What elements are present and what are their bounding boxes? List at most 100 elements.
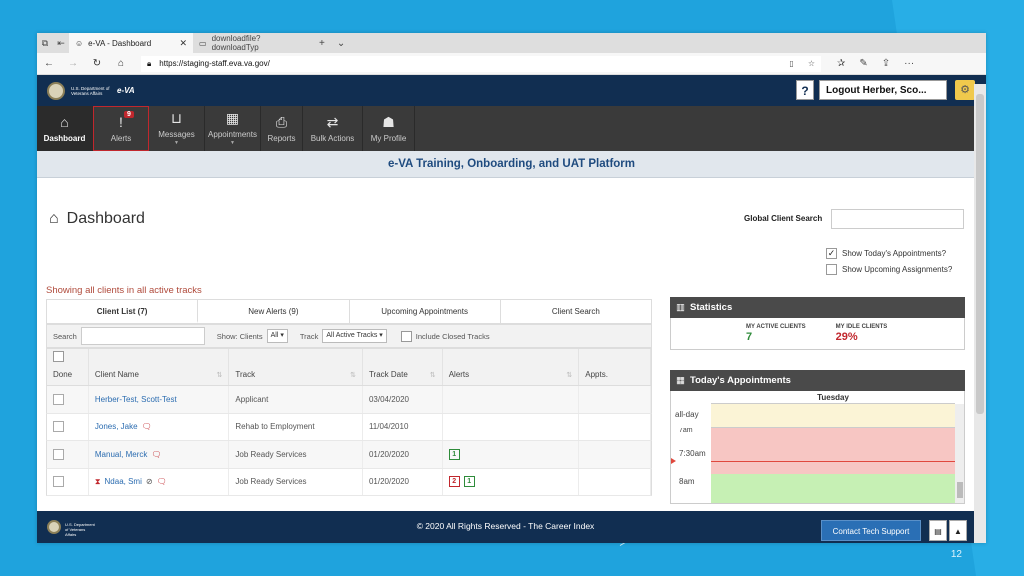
current-time-line xyxy=(711,461,955,462)
row-checkbox[interactable] xyxy=(53,393,64,405)
checkbox-checked[interactable]: ✓ xyxy=(826,248,837,259)
feedback-icon[interactable]: ▤ xyxy=(929,520,947,541)
tabs-aside-icon[interactable]: ⇤ xyxy=(53,38,69,49)
sort-icon: ⇅ xyxy=(350,372,356,379)
help-button[interactable]: ? xyxy=(796,80,814,100)
notes-icon[interactable]: ✎ xyxy=(859,58,867,69)
url-input[interactable]: 🔒︎ https://staging-staff.eva.va.gov/ ▯ ☆ xyxy=(141,55,821,72)
department-text: U.S. Department of Veterans Affairs xyxy=(71,85,110,96)
checkbox[interactable] xyxy=(826,264,837,275)
upcoming-toggle[interactable]: Show Upcoming Assignments? xyxy=(826,264,952,275)
app-header: U.S. Department of Veterans Affairs e-VA… xyxy=(37,75,986,106)
day-calendar[interactable]: Tuesday all-day 7am 7:30am 8am xyxy=(670,391,965,504)
close-tab-icon[interactable]: ✕ xyxy=(179,38,187,49)
home-icon: ⌂ xyxy=(60,113,69,130)
chevron-down-icon: ▼ xyxy=(174,140,179,146)
table-row[interactable]: Herber-Test, Scott-Test Applicant 03/04/… xyxy=(46,386,652,414)
col-appts[interactable]: Appts. xyxy=(579,349,652,385)
col-client-name[interactable]: Client Name ⇅ xyxy=(89,349,230,385)
logout-button[interactable]: Logout Herber, Sco... xyxy=(819,80,947,100)
back-icon[interactable]: ← xyxy=(37,58,61,69)
share-icon[interactable]: ⇪ xyxy=(882,58,890,69)
show-select[interactable]: All ▾ xyxy=(266,329,288,343)
today-appts-toggle[interactable]: ✓ Show Today's Appointments? xyxy=(826,248,946,259)
browser-tab-dashboard[interactable]: ☺ e-VA - Dashboard ✕ xyxy=(69,33,193,53)
home-browser-icon[interactable]: ⌂ xyxy=(109,58,133,69)
select-all-checkbox[interactable] xyxy=(53,351,64,362)
page-scrollbar[interactable] xyxy=(974,84,986,543)
user-icon: ☗ xyxy=(382,113,395,130)
alert-badge-green[interactable]: 1 xyxy=(463,476,475,488)
client-link[interactable]: Ndaa, Smi xyxy=(105,477,142,486)
refresh-icon[interactable]: ↻ xyxy=(85,58,109,69)
open-slot[interactable] xyxy=(711,474,955,503)
contact-support-button[interactable]: Contact Tech Support xyxy=(821,520,921,541)
col-track[interactable]: Track ⇅ xyxy=(229,349,363,385)
row-checkbox[interactable] xyxy=(53,476,64,488)
tab-client-search[interactable]: Client Search xyxy=(501,300,651,323)
statistics-panel: ▥ Statistics MY ACTIVE CLIENTS 7 MY IDLE… xyxy=(670,297,965,350)
settings-gear-icon[interactable]: ⚙ xyxy=(955,80,975,100)
nav-alerts[interactable]: ! 9 Alerts xyxy=(93,106,149,151)
allday-slot[interactable] xyxy=(711,404,955,428)
browser-tab-download[interactable]: ▭ downloadfile?downloadTyp xyxy=(193,33,313,53)
forward-icon[interactable]: → xyxy=(61,58,85,69)
tab-list-chevron-icon[interactable]: ⌄ xyxy=(331,38,351,49)
table-search-input[interactable] xyxy=(80,327,205,345)
nav-bulk-actions[interactable]: ⇄ Bulk Actions xyxy=(303,106,363,151)
calendar-icon: ▦ xyxy=(225,110,240,126)
row-checkbox[interactable] xyxy=(53,421,64,433)
sort-icon: ⇅ xyxy=(429,372,436,379)
col-alerts[interactable]: Alerts ⇅ xyxy=(443,349,580,385)
favorite-star-icon[interactable]: ☆ xyxy=(808,59,815,68)
main-content: ⌂ Dashboard Global Client Search ✓ Show … xyxy=(37,178,974,511)
tab-new-alerts[interactable]: New Alerts (9) xyxy=(198,300,350,323)
alert-badge-green[interactable]: 1 xyxy=(448,448,460,460)
row-checkbox[interactable] xyxy=(53,448,64,460)
platform-banner: e-VA Training, Onboarding, and UAT Platf… xyxy=(37,151,986,178)
client-link[interactable]: Manual, Merck xyxy=(95,450,147,459)
showing-text: Showing all clients in all active tracks xyxy=(46,285,202,296)
time-label: 7:30am xyxy=(679,449,706,458)
idle-clients-stat: MY IDLE CLIENTS 29% xyxy=(835,324,888,343)
tab-upcoming-appointments[interactable]: Upcoming Appointments xyxy=(350,300,501,323)
tab-client-list[interactable]: Client List (7) xyxy=(47,300,199,323)
address-bar: ← → ↻ ⌂ 🔒︎ https://staging-staff.eva.va.… xyxy=(37,53,986,75)
brand-logo[interactable]: e-VA xyxy=(117,86,135,95)
sort-icon: ⇅ xyxy=(566,372,573,379)
current-time-marker xyxy=(671,458,676,464)
active-clients-stat: MY ACTIVE CLIENTS 7 xyxy=(746,324,806,343)
appointments-panel: ▦ Today's Appointments Tuesday all-day 7… xyxy=(670,370,965,504)
ban-icon: ⊘ xyxy=(145,477,153,487)
client-link[interactable]: Jones, Jake xyxy=(95,422,138,431)
calendar-scrollbar[interactable] xyxy=(955,404,964,503)
client-link[interactable]: Herber-Test, Scott-Test xyxy=(95,395,177,404)
footer: U.S. Department of Veterans Affairs © 20… xyxy=(37,511,974,543)
nav-reports[interactable]: ⎙ Reports xyxy=(261,106,303,151)
table-row[interactable]: Manual, Merck 🗨︎ Job Ready Services 01/20… xyxy=(46,441,652,469)
favorites-icon[interactable]: ✰ xyxy=(837,58,845,69)
more-icon[interactable]: ··· xyxy=(904,58,914,69)
busy-slot[interactable] xyxy=(711,428,955,474)
chevron-down-icon: ▼ xyxy=(230,140,235,146)
include-closed-checkbox[interactable] xyxy=(400,330,412,342)
lock-icon: 🔒︎ xyxy=(147,58,152,68)
nav-messages[interactable]: ⊔ Messages ▼ xyxy=(149,106,205,151)
table-row[interactable]: ⧗ Ndaa, Smi ⊘ 🗨︎ Job Ready Services 01/20/2… xyxy=(46,468,652,496)
table-row[interactable]: Jones, Jake 🗨︎ Rehab to Employment 11/04/… xyxy=(46,413,652,441)
nav-appointments[interactable]: ▦ Appointments ▼ xyxy=(205,106,261,151)
home-title-icon: ⌂ xyxy=(49,210,59,227)
track-select[interactable]: All Active Tracks ▾ xyxy=(322,329,387,343)
col-track-date[interactable]: Track Date ⇅ xyxy=(363,349,443,385)
new-tab-icon[interactable]: + xyxy=(313,38,331,49)
tab-actions-icon[interactable]: ⧉ xyxy=(37,38,53,49)
global-search-input[interactable] xyxy=(831,209,964,229)
nav-my-profile[interactable]: ☗ My Profile xyxy=(363,106,415,151)
scroll-top-icon[interactable]: ▲ xyxy=(949,520,967,541)
comment-icon: 🗨︎ xyxy=(151,449,162,459)
nav-dashboard[interactable]: ⌂ Dashboard xyxy=(37,106,93,151)
col-done[interactable]: Done xyxy=(47,349,89,385)
reading-view-icon[interactable]: ▯ xyxy=(789,59,793,68)
bar-chart-icon: ▥ xyxy=(676,302,685,313)
alert-badge-red[interactable]: 2 xyxy=(448,476,460,488)
